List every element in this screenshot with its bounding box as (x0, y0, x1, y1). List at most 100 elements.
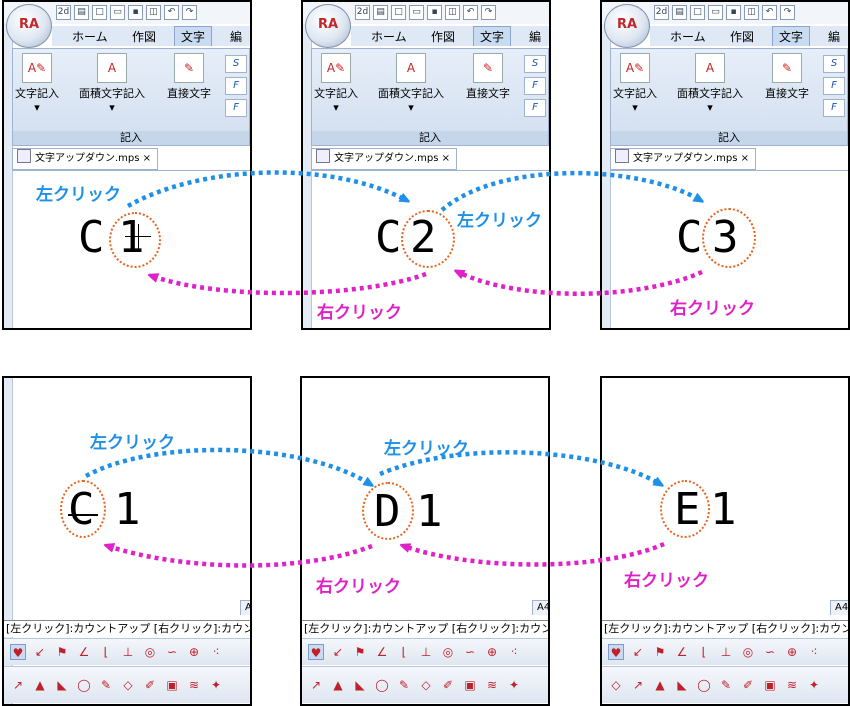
dots-icon[interactable]: ⁖ (506, 644, 522, 660)
text-entry-button[interactable]: A✎ 文字記入 ▾ (314, 53, 358, 114)
angle-icon[interactable]: ∠ (76, 644, 92, 660)
tab-home[interactable]: ホーム (72, 28, 108, 45)
2d3d-icon[interactable]: 2d (654, 5, 669, 20)
tab-draw[interactable]: 作図 (730, 28, 754, 45)
f-icon[interactable]: ◇ (608, 677, 624, 693)
flag-icon[interactable]: ⚑ (352, 644, 368, 660)
2d3d-icon[interactable]: 2d (355, 5, 370, 20)
preview-icon[interactable]: ◫ (744, 5, 759, 20)
pin-icon[interactable]: ↙ (330, 644, 346, 660)
text-entry-button[interactable]: A✎ 文字記入 ▾ (15, 53, 59, 114)
i-icon[interactable]: ≋ (186, 677, 202, 693)
2d3d-icon[interactable]: 2d (56, 5, 71, 20)
area-text-entry-button[interactable]: A 面積文字記入 ▾ (378, 53, 444, 114)
document-tab[interactable]: 文字アップダウン.mps × (12, 148, 159, 170)
area-text-entry-button[interactable]: A 面積文字記入 ▾ (677, 53, 743, 114)
a-icon[interactable]: ↗ (10, 677, 26, 693)
h-icon[interactable]: ▣ (462, 677, 478, 693)
small-f-icon[interactable]: F (524, 77, 546, 95)
app-logo[interactable]: RA (305, 4, 351, 48)
redo-icon[interactable]: ↷ (182, 5, 197, 20)
d-icon[interactable]: ◯ (76, 677, 92, 693)
f-icon[interactable]: ◇ (418, 677, 434, 693)
dots-icon[interactable]: ⁖ (806, 644, 822, 660)
e-icon[interactable]: ✎ (98, 677, 114, 693)
corner-icon[interactable]: ⌊ (396, 644, 412, 660)
c-icon[interactable]: ◣ (54, 677, 70, 693)
tab-draw[interactable]: 作図 (132, 28, 156, 45)
direct-text-button[interactable]: ✎ 直接文字 (167, 53, 211, 101)
e-icon[interactable]: ✎ (718, 677, 734, 693)
e-icon[interactable]: ✎ (396, 677, 412, 693)
close-tab-icon[interactable]: × (143, 153, 151, 164)
pin-icon[interactable]: ↙ (630, 644, 646, 660)
tab-text[interactable]: 文字 (174, 26, 213, 46)
tab-home[interactable]: ホーム (670, 28, 706, 45)
tab-text[interactable]: 文字 (473, 26, 512, 46)
point-icon[interactable]: ⊥ (718, 644, 734, 660)
g-icon[interactable]: ✐ (740, 677, 756, 693)
crosshair-icon[interactable]: ⊕ (784, 644, 800, 660)
heart-icon[interactable]: ♥ (10, 644, 26, 660)
heart-icon[interactable]: ♥ (608, 644, 624, 660)
c-icon[interactable]: ◣ (352, 677, 368, 693)
target-icon[interactable]: ◎ (740, 644, 756, 660)
h-icon[interactable]: ▣ (164, 677, 180, 693)
open-icon[interactable]: ▭ (409, 5, 424, 20)
i-icon[interactable]: ≋ (784, 677, 800, 693)
angle-icon[interactable]: ∠ (374, 644, 390, 660)
corner-icon[interactable]: ⌊ (696, 644, 712, 660)
flag-icon[interactable]: ⚑ (652, 644, 668, 660)
layers-icon[interactable]: ▤ (672, 5, 687, 20)
j-icon[interactable]: ✦ (208, 677, 224, 693)
direct-text-button[interactable]: ✎ 直接文字 (765, 53, 809, 101)
new-icon[interactable]: □ (92, 5, 107, 20)
close-tab-icon[interactable]: × (442, 153, 450, 164)
dots-icon[interactable]: ⁖ (208, 644, 224, 660)
small-f-icon[interactable]: F (225, 77, 247, 95)
save-icon[interactable]: ▪ (726, 5, 741, 20)
save-icon[interactable]: ▪ (427, 5, 442, 20)
heart-icon[interactable]: ♥ (308, 644, 324, 660)
i-icon[interactable]: ≋ (484, 677, 500, 693)
target-icon[interactable]: ◎ (440, 644, 456, 660)
point-icon[interactable]: ⊥ (120, 644, 136, 660)
open-icon[interactable]: ▭ (110, 5, 125, 20)
undo-icon[interactable]: ↶ (164, 5, 179, 20)
h-icon[interactable]: ▣ (762, 677, 778, 693)
d-icon[interactable]: ◯ (374, 677, 390, 693)
tab-edit[interactable]: 編 (529, 28, 541, 45)
crosshair-icon[interactable]: ⊕ (484, 644, 500, 660)
a-icon[interactable]: ↗ (308, 677, 324, 693)
curve-icon[interactable]: ∽ (762, 644, 778, 660)
layers-icon[interactable]: ▤ (373, 5, 388, 20)
g-icon[interactable]: ✐ (142, 677, 158, 693)
close-tab-icon[interactable]: × (741, 153, 749, 164)
tab-draw[interactable]: 作図 (431, 28, 455, 45)
preview-icon[interactable]: ◫ (445, 5, 460, 20)
b-icon[interactable]: ▲ (330, 677, 346, 693)
small-f-icon[interactable]: F (823, 77, 845, 95)
pin-icon[interactable]: ↙ (32, 644, 48, 660)
angle-icon[interactable]: ∠ (674, 644, 690, 660)
undo-icon[interactable]: ↶ (463, 5, 478, 20)
small-f2-icon[interactable]: F (823, 99, 845, 117)
target-icon[interactable]: ◎ (142, 644, 158, 660)
undo-icon[interactable]: ↶ (762, 5, 777, 20)
redo-icon[interactable]: ↷ (780, 5, 795, 20)
corner-icon[interactable]: ⌊ (98, 644, 114, 660)
g-icon[interactable]: ✐ (440, 677, 456, 693)
save-icon[interactable]: ▪ (128, 5, 143, 20)
area-text-entry-button[interactable]: A 面積文字記入 ▾ (79, 53, 145, 114)
flag-icon[interactable]: ⚑ (54, 644, 70, 660)
app-logo[interactable]: RA (6, 4, 52, 48)
crosshair-icon[interactable]: ⊕ (186, 644, 202, 660)
b-icon[interactable]: ▲ (32, 677, 48, 693)
b-icon[interactable]: ▲ (652, 677, 668, 693)
point-icon[interactable]: ⊥ (418, 644, 434, 660)
redo-icon[interactable]: ↷ (481, 5, 496, 20)
app-logo[interactable]: RA (604, 4, 650, 48)
tab-edit[interactable]: 編 (230, 28, 242, 45)
small-s-icon[interactable]: S (225, 55, 247, 73)
tab-text[interactable]: 文字 (772, 26, 811, 46)
